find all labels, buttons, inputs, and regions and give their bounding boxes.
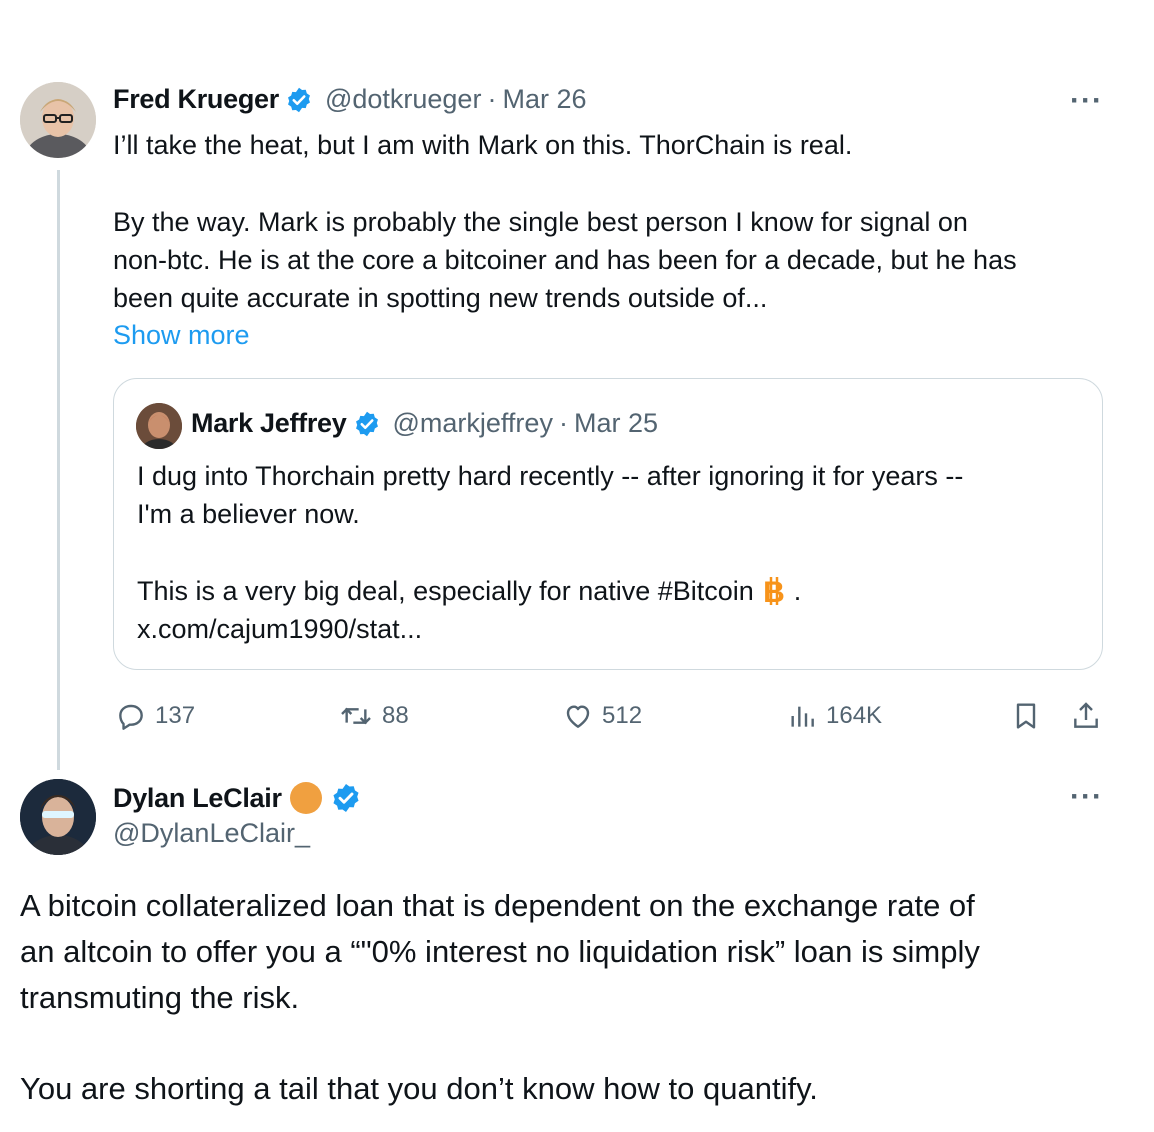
reply-author-name[interactable]: Dylan LeClair — [113, 783, 282, 814]
verified-badge-icon — [333, 784, 359, 812]
reply-text-line: You are shorting a tail that you don’t k… — [20, 1071, 818, 1106]
quoted-author-name: Mark Jeffrey — [191, 408, 347, 438]
orange-circle-icon — [289, 782, 322, 814]
quoted-link[interactable]: x.com/cajum1990/stat... — [137, 610, 422, 648]
svg-text:B: B — [763, 576, 785, 607]
bookmark-icon — [1016, 703, 1036, 729]
header-separator: · — [558, 408, 568, 438]
like-button[interactable]: 512 — [562, 700, 642, 732]
avatar-portrait-icon — [20, 779, 96, 855]
thread-connector-line — [57, 170, 60, 770]
views-button[interactable]: 164K — [786, 700, 882, 732]
quoted-text-line: I dug into Thorchain pretty hard recentl… — [137, 461, 964, 491]
avatar-dylan-leclair[interactable] — [20, 779, 96, 855]
avatar-mark-jeffrey[interactable] — [136, 403, 182, 449]
avatar-fred-krueger[interactable] — [20, 82, 96, 158]
repost-button[interactable]: 88 — [338, 700, 409, 732]
quoted-text-line: This is a very big deal, especially for … — [137, 572, 801, 610]
show-more-link[interactable]: Show more — [113, 320, 250, 351]
quoted-tweet-header: Mark Jeffrey @markjeffrey · Mar 25 — [191, 408, 658, 439]
quoted-text-segment: This is a very big deal, especially for … — [137, 576, 754, 606]
quoted-author-handle: @markjeffrey — [392, 408, 553, 438]
views-icon — [791, 706, 814, 727]
reply-text-line: A bitcoin collateralized loan that is de… — [20, 888, 975, 923]
reply-text-line: transmuting the risk. — [20, 980, 300, 1015]
reply-author-handle[interactable]: @DylanLeClair_ — [113, 818, 310, 849]
quoted-text-segment: . — [793, 576, 802, 606]
author-name[interactable]: Fred Krueger — [113, 84, 279, 115]
more-options-icon[interactable]: ··· — [1070, 780, 1103, 814]
share-icon — [1074, 702, 1098, 728]
author-handle[interactable]: @dotkrueger — [325, 84, 482, 115]
tweet-text-line: By the way. Mark is probably the single … — [113, 207, 968, 237]
bitcoin-icon: B — [763, 576, 785, 607]
reply-count: 137 — [155, 702, 196, 729]
reply-text-line: an altcoin to offer you a “"0% interest … — [20, 934, 980, 969]
share-button[interactable] — [1070, 700, 1102, 737]
quoted-tweet-date: Mar 25 — [573, 408, 658, 438]
reply-icon — [119, 704, 143, 730]
like-icon — [566, 705, 590, 728]
repost-count: 88 — [382, 702, 409, 729]
reply-tweet-header: Dylan LeClair — [113, 780, 362, 816]
repost-icon — [341, 707, 371, 725]
more-options-icon[interactable]: ··· — [1070, 84, 1103, 118]
verified-badge-icon — [287, 87, 310, 112]
tweet-text-line: non-btc. He is at the core a bitcoiner a… — [113, 245, 1017, 275]
avatar-portrait-icon — [136, 403, 182, 449]
bookmark-button[interactable] — [1010, 700, 1042, 737]
reply-button[interactable]: 137 — [115, 700, 195, 732]
tweet-date[interactable]: Mar 26 — [502, 84, 586, 115]
tweet-text-line: I’ll take the heat, but I am with Mark o… — [113, 130, 853, 160]
tweet-text-line: been quite accurate in spotting new tren… — [113, 283, 768, 313]
avatar-portrait-icon — [20, 82, 96, 158]
views-count: 164K — [826, 702, 883, 729]
header-separator: · — [487, 84, 497, 114]
tweet-header: Fred Krueger @dotkrueger · Mar 26 — [113, 84, 587, 115]
like-count: 512 — [602, 702, 643, 729]
quoted-text-line: I'm a believer now. — [137, 499, 360, 529]
verified-badge-icon — [355, 411, 378, 436]
